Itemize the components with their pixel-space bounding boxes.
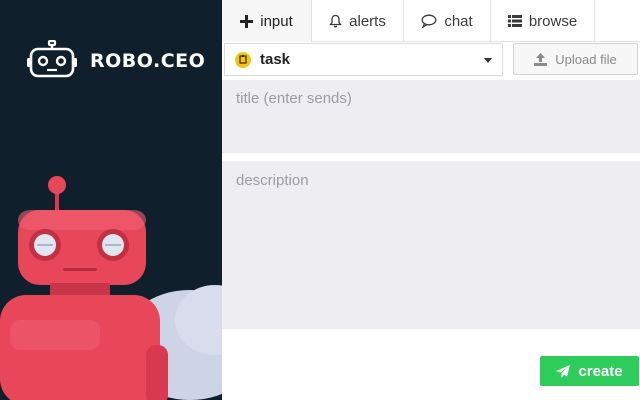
tab-alerts[interactable]: alerts (312, 0, 404, 42)
tab-alerts-label: alerts (349, 12, 386, 30)
brand-panel: ROBO.CEO (0, 0, 222, 400)
description-input[interactable] (222, 161, 640, 329)
chevron-down-icon (484, 58, 492, 63)
title-input[interactable] (222, 80, 640, 153)
tab-browse-label: browse (528, 12, 578, 30)
tab-chat[interactable]: chat (404, 0, 491, 42)
create-button-label: create (578, 362, 623, 380)
bell-icon (329, 14, 342, 28)
tab-chat-label: chat (444, 12, 473, 30)
upload-icon (534, 52, 548, 66)
task-type-icon (235, 51, 251, 68)
tab-browse[interactable]: browse (491, 0, 595, 42)
plus-icon (240, 14, 254, 28)
chat-bubble-icon (421, 14, 437, 28)
upload-file-button[interactable]: Upload file (513, 43, 638, 75)
tab-bar: input alerts chat browse (222, 0, 640, 42)
tab-input-label: input (260, 12, 293, 30)
robot-illustration (0, 176, 222, 400)
upload-file-label: Upload file (555, 51, 617, 67)
logo: ROBO.CEO (26, 40, 205, 80)
brand-name: ROBO.CEO (90, 50, 206, 72)
robot-face-icon (27, 40, 77, 78)
app-panel: input alerts chat browse task Upload fil… (222, 0, 640, 400)
item-type-value: task (260, 51, 291, 68)
paper-plane-icon (556, 364, 571, 378)
list-icon (507, 15, 522, 27)
item-type-select[interactable]: task (224, 43, 503, 76)
create-button[interactable]: create (540, 356, 639, 386)
tab-input[interactable]: input (222, 0, 312, 42)
